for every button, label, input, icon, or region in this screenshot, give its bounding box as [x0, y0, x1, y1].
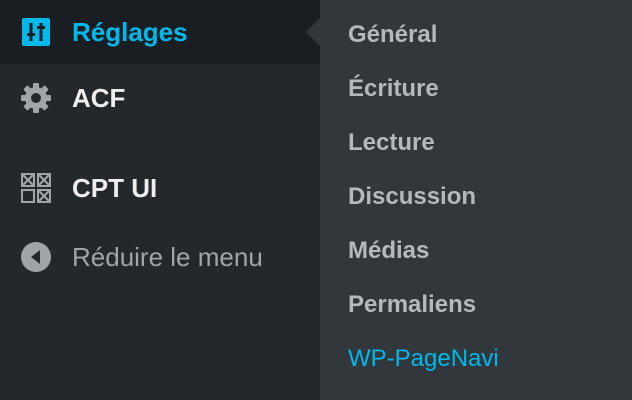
submenu-item-lecture[interactable]: Lecture [320, 116, 632, 170]
current-menu-pointer [306, 18, 320, 46]
collapse-menu-button[interactable]: Réduire le menu [0, 225, 320, 289]
admin-menu-screen: Réglages ACF CPT UI Réduire le menu Géné… [0, 0, 632, 400]
sidebar-item-cpt-ui[interactable]: CPT UI [0, 156, 320, 220]
submenu-item-general[interactable]: Général [320, 8, 632, 62]
admin-sidebar: Réglages ACF CPT UI Réduire le menu [0, 0, 320, 400]
submenu-item-discussion[interactable]: Discussion [320, 170, 632, 224]
submenu-item-medias[interactable]: Médias [320, 224, 632, 278]
sidebar-item-acf[interactable]: ACF [0, 66, 320, 130]
submenu-item-ecriture[interactable]: Écriture [320, 62, 632, 116]
settings-sliders-icon [18, 14, 54, 50]
sidebar-item-label: Réglages [72, 16, 188, 47]
submenu-item-permaliens[interactable]: Permaliens [320, 278, 632, 332]
grid-boxes-icon [18, 170, 54, 206]
sidebar-item-label: CPT UI [72, 172, 158, 203]
sidebar-item-label: ACF [72, 82, 126, 113]
collapse-arrow-icon [18, 239, 54, 275]
collapse-menu-label: Réduire le menu [72, 241, 263, 272]
sidebar-item-reglages[interactable]: Réglages [0, 0, 320, 64]
submenu-item-wp-pagenavi[interactable]: WP-PageNavi [320, 332, 632, 386]
gear-icon [18, 80, 54, 116]
settings-submenu: Général Écriture Lecture Discussion Médi… [320, 0, 632, 400]
